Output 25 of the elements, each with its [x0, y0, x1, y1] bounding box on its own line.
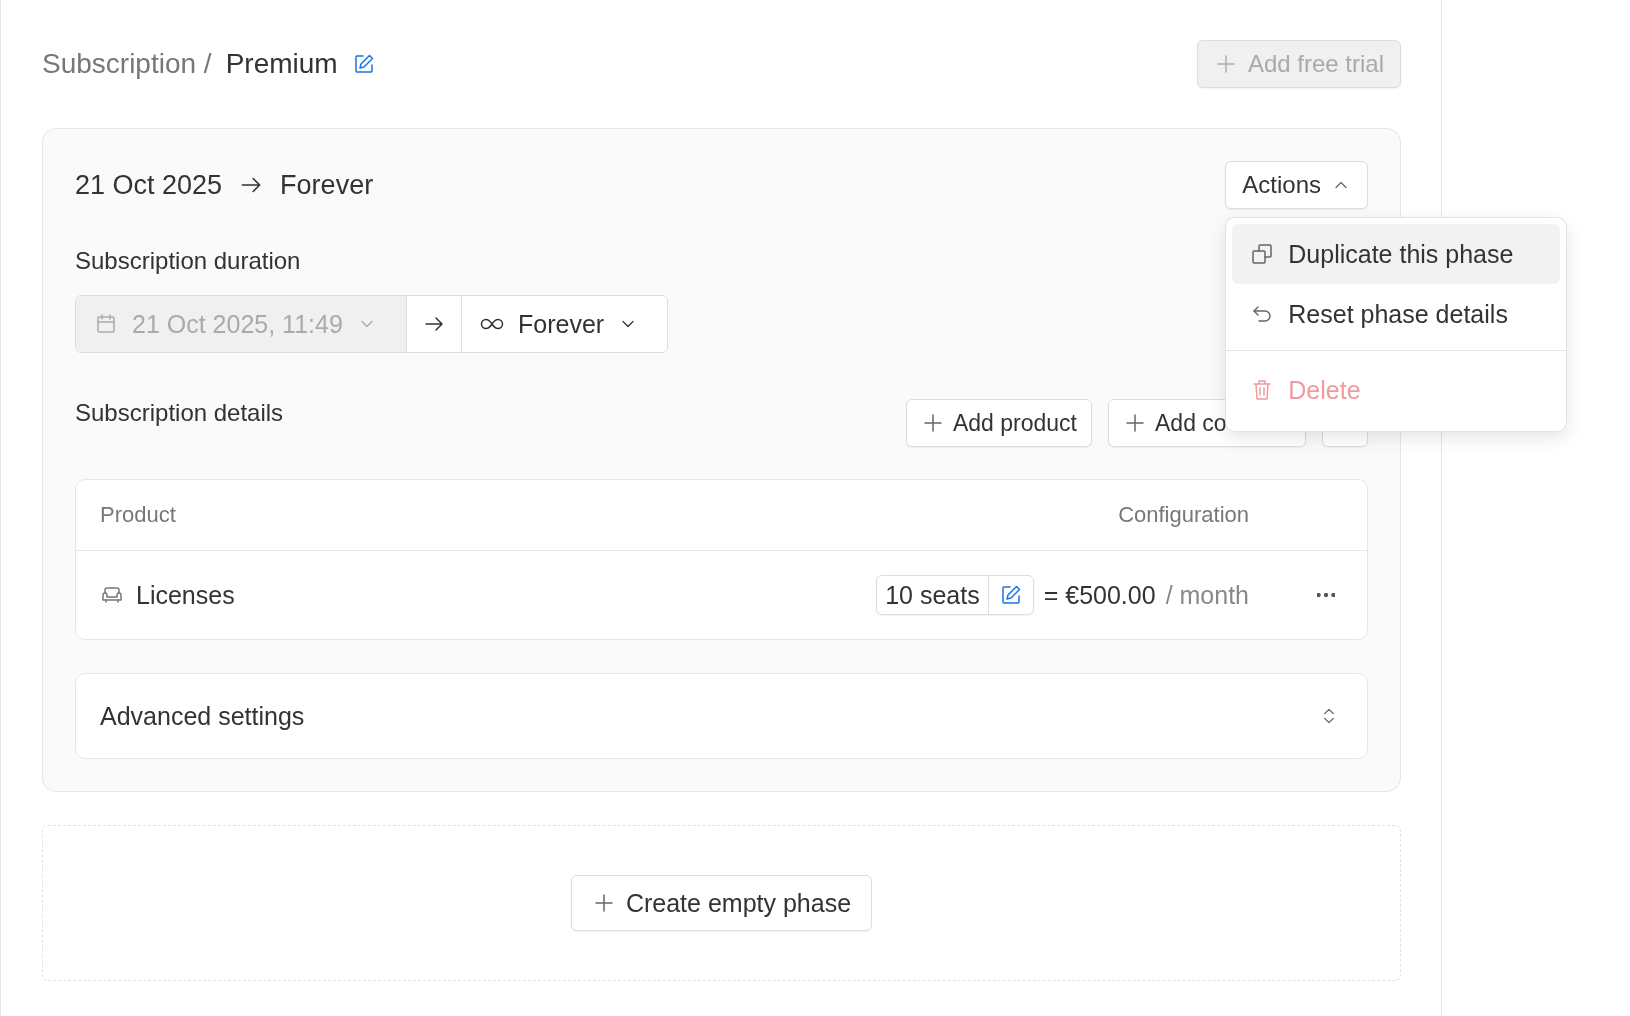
add-button[interactable]: Add product: [905, 399, 1092, 447]
section-heading: Subscription details: [75, 399, 284, 427]
panel-title: Advanced settings: [100, 701, 305, 731]
price-text: = €500.00: [1043, 580, 1156, 610]
product-name: Licenses: [136, 580, 235, 610]
more-icon: [1317, 593, 1335, 597]
column-header: Product: [100, 502, 177, 528]
section-heading: Subscription duration: [75, 247, 301, 275]
create-empty-phase-button[interactable]: Create empty phase: [570, 875, 873, 931]
quantity-field[interactable]: 10 seats: [876, 575, 1034, 615]
plus-icon: [1123, 411, 1147, 435]
actions-button[interactable]: Actions: [1225, 161, 1368, 209]
advanced-settings-panel[interactable]: Advanced settings: [75, 673, 1368, 759]
page-title: Premium: [225, 48, 338, 80]
calendar-icon: [94, 312, 118, 336]
column-header: Configuration: [1118, 502, 1249, 528]
more-button[interactable]: [1317, 593, 1335, 597]
end-date-picker[interactable]: Forever: [462, 296, 667, 352]
period-text: / month: [1165, 580, 1249, 610]
menu-item[interactable]: Duplicate this phase: [1232, 224, 1561, 284]
breadcrumb-link[interactable]: Subscription /: [42, 48, 212, 80]
copy-icon: [1250, 242, 1275, 266]
phase-end-date: Forever: [280, 169, 374, 201]
phase-start-date: 21 Oct 2025: [75, 169, 223, 201]
menu-item[interactable]: Reset phase details: [1232, 284, 1561, 344]
